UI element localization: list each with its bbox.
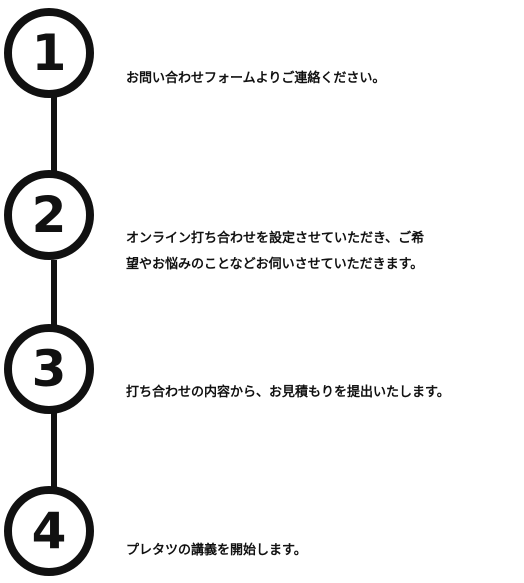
step-3-number: 3 [31, 340, 67, 398]
process-timeline: 1 お問い合わせフォームよりご連絡ください。 2 オンライン打ち合わせを設定させ… [0, 0, 524, 583]
step-1-circle: 1 [4, 8, 94, 98]
step-2-number: 2 [31, 186, 67, 244]
step-4-number: 4 [31, 502, 67, 560]
timeline-connector [51, 412, 57, 492]
step-3-circle: 3 [4, 324, 94, 414]
step-2-text-line-1: オンライン打ち合わせを設定させていただき、ご希 [126, 231, 425, 246]
step-1-text: お問い合わせフォームよりご連絡ください。 [126, 71, 386, 86]
step-4-text: プレタツの講義を開始します。 [126, 543, 307, 558]
step-2-circle: 2 [4, 170, 94, 260]
timeline-connector [51, 92, 57, 172]
timeline-connector [51, 260, 57, 326]
step-1-number: 1 [31, 24, 67, 82]
step-3-text: 打ち合わせの内容から、お見積もりを提出いたします。 [126, 385, 450, 400]
step-2-text-line-2: 望やお悩みのことなどお伺いさせていただきます。 [126, 257, 424, 272]
step-4-circle: 4 [4, 486, 94, 576]
